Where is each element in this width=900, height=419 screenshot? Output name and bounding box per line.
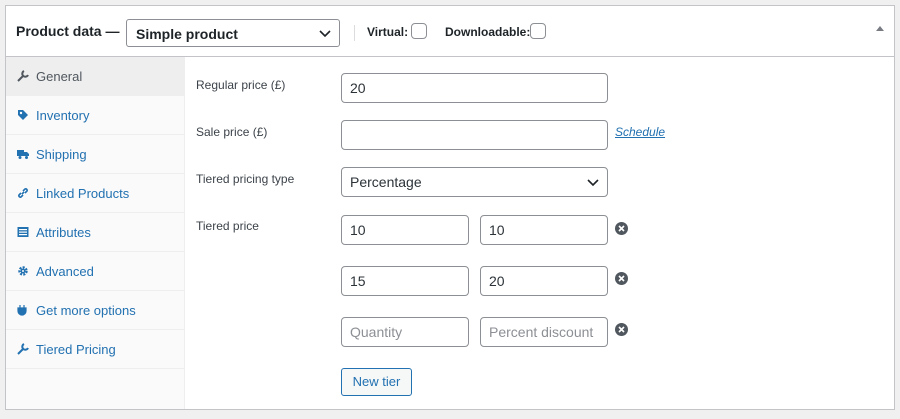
regular-price-input[interactable]: 20 xyxy=(341,73,608,103)
tiered-price-label: Tiered price xyxy=(196,219,259,233)
new-tier-quantity-input[interactable]: Quantity xyxy=(341,317,469,347)
virtual-label: Virtual: xyxy=(367,25,409,39)
tab-attributes[interactable]: Attributes xyxy=(6,213,184,252)
chevron-down-icon xyxy=(319,30,331,38)
tab-general[interactable]: General xyxy=(6,57,184,96)
tier-quantity-input[interactable]: 15 xyxy=(341,266,469,296)
tiered-pricing-type-label: Tiered pricing type xyxy=(196,172,295,186)
quantity-placeholder: Quantity xyxy=(350,324,403,340)
downloadable-label: Downloadable: xyxy=(445,25,531,39)
header-separator xyxy=(354,25,355,41)
tab-label: Shipping xyxy=(36,147,87,162)
tab-linked-products[interactable]: Linked Products xyxy=(6,174,184,213)
tab-label: Attributes xyxy=(36,225,91,240)
tab-shipping[interactable]: Shipping xyxy=(6,135,184,174)
remove-tier-icon[interactable] xyxy=(615,323,628,336)
schedule-link[interactable]: Schedule xyxy=(615,125,665,139)
product-type-select[interactable]: Simple product xyxy=(126,19,340,47)
regular-price-label: Regular price (£) xyxy=(196,78,286,92)
wrench-icon xyxy=(17,343,29,355)
product-data-title: Product data — xyxy=(16,23,120,39)
tab-label: General xyxy=(36,69,83,84)
truck-icon xyxy=(17,150,29,159)
sale-price-input[interactable] xyxy=(341,120,608,150)
remove-tier-icon[interactable] xyxy=(615,272,628,285)
remove-tier-icon[interactable] xyxy=(615,222,628,235)
tier-quantity-input[interactable]: 10 xyxy=(341,215,469,245)
plugin-icon xyxy=(17,305,27,316)
tiered-pricing-type-value: Percentage xyxy=(350,174,422,190)
list-icon xyxy=(17,227,29,237)
tag-icon xyxy=(18,110,28,120)
tab-inventory[interactable]: Inventory xyxy=(6,96,184,135)
tab-get-more-options[interactable]: Get more options xyxy=(6,291,184,330)
tab-label: Inventory xyxy=(36,108,90,123)
tier-discount-input[interactable]: 20 xyxy=(480,266,608,296)
tab-label: Tiered Pricing xyxy=(36,342,116,357)
wrench-icon xyxy=(17,70,29,82)
tab-label: Advanced xyxy=(36,264,94,279)
downloadable-checkbox[interactable] xyxy=(530,23,546,39)
product-data-header: Product data — Simple product Virtual: D… xyxy=(6,6,894,57)
percent-discount-placeholder: Percent discount xyxy=(489,324,594,340)
tab-label: Get more options xyxy=(36,303,136,318)
gear-icon xyxy=(18,266,28,276)
virtual-checkbox[interactable] xyxy=(411,23,427,39)
product-type-value: Simple product xyxy=(136,26,238,42)
tab-label: Linked Products xyxy=(36,186,130,201)
tab-tiered-pricing[interactable]: Tiered Pricing xyxy=(6,330,184,369)
tier-discount-input[interactable]: 10 xyxy=(480,215,608,245)
link-icon xyxy=(18,188,28,198)
new-tier-button[interactable]: New tier xyxy=(341,368,412,396)
new-tier-discount-input[interactable]: Percent discount xyxy=(480,317,608,347)
product-data-panel: Product data — Simple product Virtual: D… xyxy=(5,5,895,410)
tab-advanced[interactable]: Advanced xyxy=(6,252,184,291)
sale-price-label: Sale price (£) xyxy=(196,125,268,139)
chevron-down-icon xyxy=(587,179,599,187)
tiered-pricing-type-select[interactable]: Percentage xyxy=(341,167,608,197)
product-data-tabs: General Inventory Shipping Linked Produc… xyxy=(6,57,185,409)
collapse-arrow-icon[interactable] xyxy=(876,26,884,31)
